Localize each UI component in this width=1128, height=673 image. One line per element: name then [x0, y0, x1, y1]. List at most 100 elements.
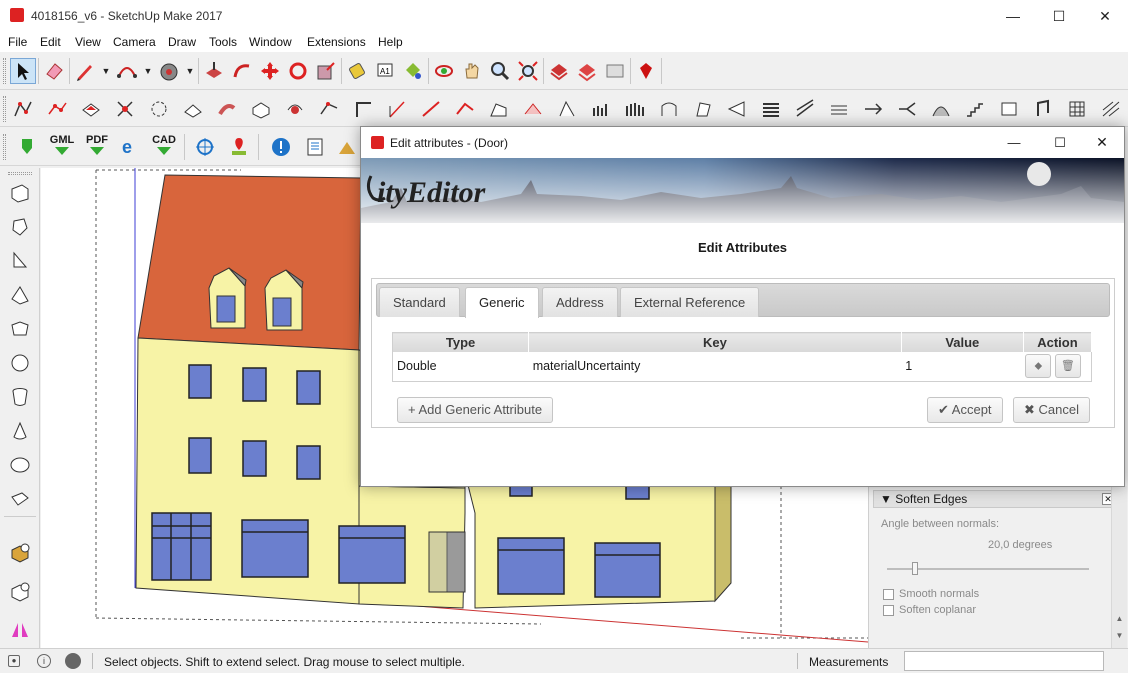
tray-scrollbar[interactable]: ▲ ▼ — [1111, 486, 1127, 648]
info-icon[interactable] — [268, 134, 294, 160]
eraser-tool-icon[interactable] — [41, 58, 67, 84]
smooth-normals-checkbox[interactable] — [883, 589, 894, 600]
circle-shape-icon[interactable] — [7, 350, 33, 376]
gable-tool-icon[interactable] — [486, 96, 512, 122]
menu-camera[interactable]: Camera — [113, 32, 156, 52]
tab-external-reference[interactable]: External Reference — [620, 287, 760, 317]
hip-roof-icon[interactable] — [520, 96, 546, 122]
pencil-tool-icon[interactable] — [72, 58, 98, 84]
toolbar-grip[interactable] — [3, 134, 6, 160]
loop-tool-icon[interactable] — [146, 96, 172, 122]
toolbar-grip[interactable] — [3, 96, 6, 122]
plane-tool-icon[interactable] — [690, 96, 716, 122]
add-generic-attribute-button[interactable]: + Add Generic Attribute — [397, 397, 554, 423]
scroll-down-icon[interactable]: ▼ — [1114, 631, 1125, 645]
wedge-tool-icon[interactable] — [724, 96, 750, 122]
sweep-tool-icon[interactable] — [316, 96, 342, 122]
soften-coplanar-checkbox[interactable] — [883, 605, 894, 616]
close-button[interactable]: ✕ — [1082, 0, 1128, 32]
chevron-down-icon[interactable]: ▼ — [100, 66, 112, 76]
warehouse-icon[interactable] — [546, 58, 572, 84]
share-model-icon[interactable] — [574, 58, 600, 84]
credits-icon[interactable]: i — [37, 654, 51, 668]
tab-standard[interactable]: Standard — [379, 287, 460, 317]
add-shape-icon[interactable] — [7, 579, 33, 605]
stripes-tool-icon[interactable] — [826, 96, 852, 122]
menu-extensions[interactable]: Extensions — [307, 32, 366, 52]
dialog-maximize-button[interactable]: ☐ — [1037, 127, 1083, 158]
menu-draw[interactable]: Draw — [168, 32, 196, 52]
delete-trash-icon[interactable]: 🗑 — [1054, 354, 1081, 379]
polyline-tool-icon[interactable] — [44, 96, 70, 122]
dome-tool-icon[interactable] — [928, 96, 954, 122]
menu-view[interactable]: View — [75, 32, 101, 52]
pan-hand-icon[interactable] — [459, 58, 485, 84]
slider-thumb[interactable] — [912, 562, 918, 575]
chevron-down-icon[interactable]: ▼ — [184, 66, 196, 76]
columns-icon[interactable] — [588, 96, 614, 122]
mesh-tool-icon[interactable] — [1098, 96, 1124, 122]
note-tool-icon[interactable] — [1030, 96, 1056, 122]
user-account-icon[interactable] — [65, 653, 81, 669]
face-tool-icon[interactable] — [78, 96, 104, 122]
menu-file[interactable]: File — [8, 32, 27, 52]
document-list-icon[interactable] — [302, 134, 328, 160]
steps-tool-icon[interactable] — [962, 96, 988, 122]
cylinder-shape-icon[interactable] — [7, 384, 33, 410]
chevron-down-icon[interactable]: ▼ — [142, 66, 154, 76]
paint-bucket-icon[interactable] — [400, 58, 426, 84]
tab-generic[interactable]: Generic — [465, 287, 539, 318]
mirror-tool-icon[interactable] — [7, 617, 33, 643]
offset-tool-icon[interactable] — [180, 96, 206, 122]
extension-manager-icon[interactable] — [602, 58, 628, 84]
angle-tool-icon[interactable] — [384, 96, 410, 122]
wedge-shape-icon[interactable] — [7, 248, 33, 274]
orbit-icon[interactable] — [431, 58, 457, 84]
tape-measure-icon[interactable] — [344, 58, 370, 84]
table-row[interactable]: Double materialUncertainty 1 ⬥ 🗑 — [393, 352, 1092, 382]
map-pin-icon[interactable] — [226, 134, 252, 160]
toolbar-grip[interactable] — [8, 172, 32, 175]
cancel-button[interactable]: ✖ Cancel — [1013, 397, 1090, 423]
zoom-icon[interactable] — [487, 58, 513, 84]
stairs-tool-icon[interactable] — [656, 96, 682, 122]
box-shape-icon[interactable] — [7, 180, 33, 206]
accept-button[interactable]: ✔ Accept — [927, 397, 1003, 423]
cylinder-tool-icon[interactable] — [282, 96, 308, 122]
crosshair-icon[interactable] — [192, 134, 218, 160]
terrain-icon[interactable] — [334, 134, 360, 160]
select-tool-icon[interactable] — [10, 58, 36, 84]
layers-stack-icon[interactable] — [758, 96, 784, 122]
add-box-icon[interactable] — [7, 540, 33, 566]
corner-tool-icon[interactable] — [350, 96, 376, 122]
edge-cut-icon[interactable] — [112, 96, 138, 122]
shapes-tool-icon[interactable] — [156, 58, 182, 84]
split-tool-icon[interactable] — [894, 96, 920, 122]
dialog-minimize-button[interactable]: — — [991, 127, 1037, 158]
menu-help[interactable]: Help — [378, 32, 403, 52]
scroll-up-icon[interactable]: ▲ — [1114, 614, 1125, 628]
arc-tool-icon[interactable] — [114, 58, 140, 84]
cityeditor-logo-icon[interactable] — [14, 134, 40, 160]
push-pull-icon[interactable] — [201, 58, 227, 84]
measurements-input[interactable] — [904, 651, 1104, 671]
line-tool-icon[interactable] — [418, 96, 444, 122]
facade-icon[interactable] — [622, 96, 648, 122]
extrude-tool-icon[interactable] — [214, 96, 240, 122]
export-cad-button[interactable]: CAD — [149, 134, 179, 155]
ellipsoid-shape-icon[interactable] — [7, 452, 33, 478]
roof-tool-icon[interactable] — [452, 96, 478, 122]
menu-edit[interactable]: Edit — [40, 32, 61, 52]
export-gml-button[interactable]: GML — [48, 134, 76, 155]
panel-tool-icon[interactable] — [996, 96, 1022, 122]
scale-tool-icon[interactable] — [313, 58, 339, 84]
prism-shape-icon[interactable] — [7, 316, 33, 342]
pyramid-shape-icon[interactable] — [7, 282, 33, 308]
dialog-close-button[interactable]: ✕ — [1079, 127, 1125, 158]
internet-explorer-icon[interactable]: e — [116, 134, 142, 160]
arrow-right-tool-icon[interactable] — [860, 96, 886, 122]
follow-me-icon[interactable] — [229, 58, 255, 84]
menu-tools[interactable]: Tools — [209, 32, 237, 52]
maximize-button[interactable]: ☐ — [1036, 0, 1082, 32]
shed-roof-icon[interactable] — [554, 96, 580, 122]
